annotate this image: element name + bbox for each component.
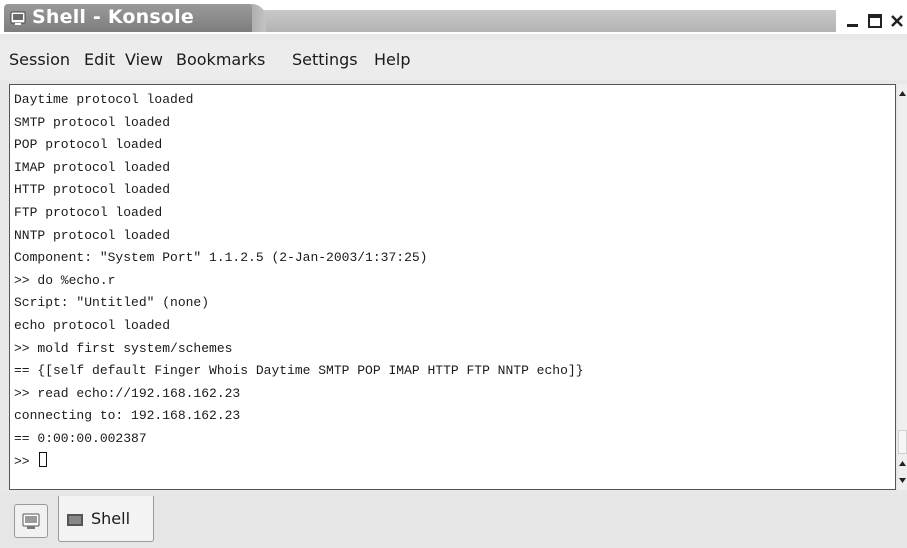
title-bar-fill <box>252 10 836 32</box>
terminal-output[interactable]: Daytime protocol loaded SMTP protocol lo… <box>9 84 896 490</box>
minimize-icon[interactable] <box>844 12 862 30</box>
terminal-prompt-line[interactable]: >> <box>14 451 584 474</box>
terminal-line: connecting to: 192.168.162.23 <box>14 408 241 424</box>
terminal-prompt: >> <box>14 453 38 469</box>
window-title: Shell - Konsole <box>32 6 194 28</box>
menu-session[interactable]: Session <box>9 50 70 69</box>
tab-shell[interactable]: Shell <box>58 496 154 542</box>
terminal-line: >> mold first system/schemes <box>14 340 233 356</box>
terminal-line: Component: "System Port" 1.1.2.5 (2-Jan-… <box>14 250 428 266</box>
close-icon[interactable] <box>888 12 906 30</box>
terminal-line: NNTP protocol loaded <box>14 227 171 243</box>
menu-edit[interactable]: Edit <box>84 50 115 69</box>
terminal-line: SMTP protocol loaded <box>14 114 171 130</box>
terminal-icon <box>67 514 83 526</box>
terminal-line: >> do %echo.r <box>14 272 116 288</box>
terminal-lines: Daytime protocol loaded SMTP protocol lo… <box>14 89 584 473</box>
terminal-line: == {[self default Finger Whois Daytime S… <box>14 363 584 379</box>
scroll-down-arrow-icon[interactable] <box>898 474 907 486</box>
menu-bookmarks[interactable]: Bookmarks <box>176 50 265 69</box>
scroll-up-arrow-icon[interactable] <box>898 458 907 470</box>
vertical-scrollbar[interactable] <box>898 84 907 490</box>
menu-settings[interactable]: Settings <box>292 50 358 69</box>
terminal-line: HTTP protocol loaded <box>14 182 171 198</box>
terminal-line: >> read echo://192.168.162.23 <box>14 385 241 401</box>
menu-view[interactable]: View <box>125 50 163 69</box>
text-cursor <box>39 451 48 467</box>
konsole-window: Shell - Konsole Session Edit View Bookma… <box>0 0 907 548</box>
terminal-line: FTP protocol loaded <box>14 204 163 220</box>
menu-help[interactable]: Help <box>374 50 410 69</box>
konsole-icon[interactable] <box>10 10 26 26</box>
scroll-up-arrow-icon[interactable] <box>898 88 907 100</box>
terminal-line: IMAP protocol loaded <box>14 159 171 175</box>
terminal-line: POP protocol loaded <box>14 137 163 153</box>
scrollbar-thumb[interactable] <box>898 430 907 454</box>
terminal-line: echo protocol loaded <box>14 317 171 333</box>
session-tab-bar: Shell <box>0 494 907 548</box>
title-bar[interactable]: Shell - Konsole <box>0 0 907 34</box>
terminal-line: Script: "Untitled" (none) <box>14 295 210 311</box>
tab-shell-label: Shell <box>91 509 131 528</box>
menu-bar: Session Edit View Bookmarks Settings Hel… <box>0 40 907 80</box>
title-tab: Shell - Konsole <box>4 4 252 32</box>
terminal-line: == 0:00:00.002387 <box>14 430 147 446</box>
maximize-icon[interactable] <box>866 12 884 30</box>
terminal-line: Daytime protocol loaded <box>14 92 194 107</box>
new-session-button[interactable] <box>14 504 48 538</box>
new-session-icon <box>22 513 40 529</box>
